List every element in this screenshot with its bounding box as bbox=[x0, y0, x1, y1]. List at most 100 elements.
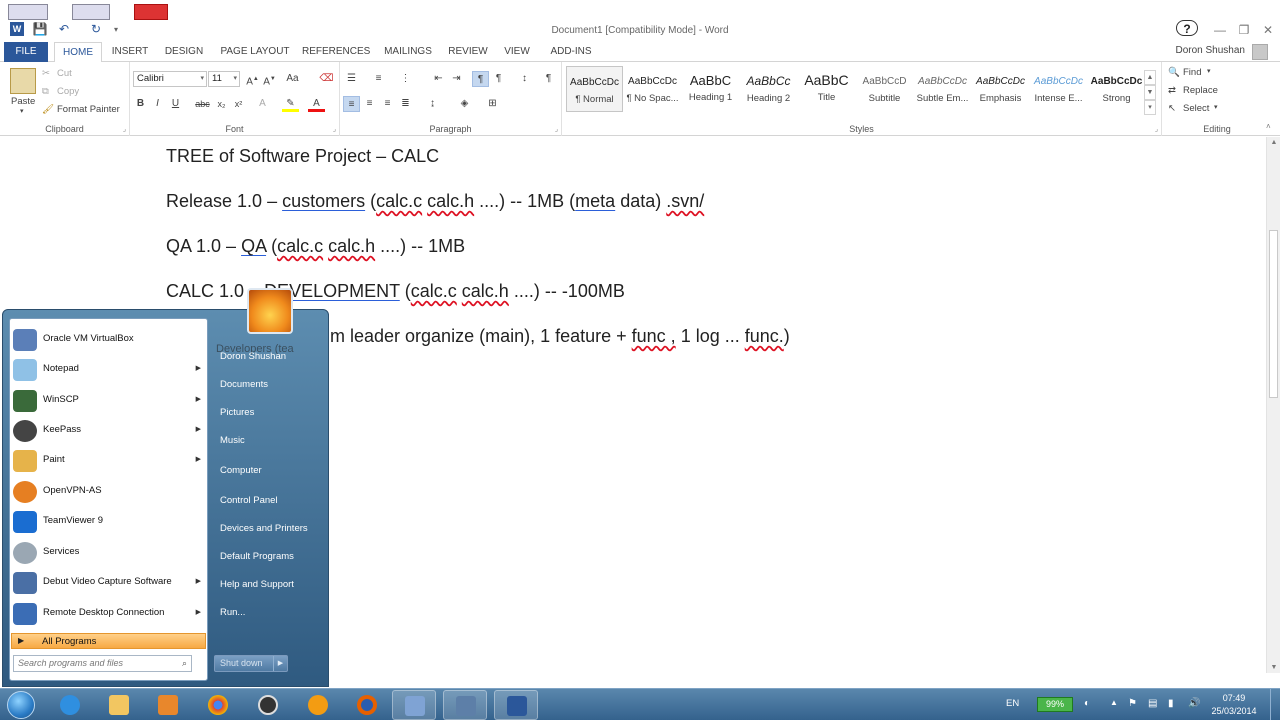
align-center-icon[interactable]: ≡ bbox=[361, 96, 378, 112]
tray-icon[interactable]: ◐ bbox=[1084, 698, 1090, 709]
all-programs-button[interactable]: ▶ All Programs bbox=[11, 633, 206, 649]
dialog-launcher-icon[interactable]: ⌟ bbox=[333, 125, 336, 133]
network-icon[interactable]: ▤ bbox=[1148, 698, 1157, 709]
text-effects-icon[interactable]: A bbox=[254, 96, 271, 112]
doc-line-3[interactable]: QA 1.0 – QA (calc.c calc.h ....) -- 1MB bbox=[166, 236, 465, 257]
start-item-help-support[interactable]: Help and Support bbox=[220, 579, 294, 590]
strikethrough-icon[interactable]: abc bbox=[194, 96, 211, 112]
paste-button[interactable]: Paste bbox=[11, 96, 35, 107]
superscript-icon[interactable]: x² bbox=[230, 96, 247, 112]
start-button[interactable] bbox=[7, 691, 35, 719]
taskbar-app-orange[interactable] bbox=[296, 690, 340, 720]
find-button[interactable]: Find bbox=[1183, 67, 1201, 78]
avatar[interactable] bbox=[1252, 44, 1268, 60]
doc-line-5[interactable]: m leader organize (main), 1 feature + fu… bbox=[330, 326, 790, 347]
italic-icon[interactable]: I bbox=[149, 96, 166, 112]
program-paint[interactable]: Paint ▶ bbox=[10, 446, 207, 476]
taskbar-media-player[interactable] bbox=[146, 690, 190, 720]
style-subtitle[interactable]: AaBbCcD Subtitle bbox=[856, 66, 913, 112]
doc-line-4[interactable]: CALC 1.0 – DEVELOPMENT (calc.c calc.h ..… bbox=[166, 281, 625, 302]
tab-file[interactable]: FILE bbox=[4, 42, 48, 62]
chevron-down-icon[interactable]: ▾ bbox=[1207, 67, 1211, 75]
vertical-scrollbar[interactable]: ▲ ▼ bbox=[1266, 137, 1280, 673]
tab-view[interactable]: VIEW bbox=[500, 42, 534, 62]
style-heading-2[interactable]: AaBbCc Heading 2 bbox=[740, 66, 797, 112]
paste-icon[interactable] bbox=[10, 68, 36, 94]
start-item-devices-printers[interactable]: Devices and Printers bbox=[220, 523, 308, 534]
borders-icon[interactable]: ⊞ bbox=[484, 96, 501, 112]
user-name[interactable]: Doron Shushan bbox=[1176, 45, 1246, 56]
program-notepad[interactable]: Notepad ▶ bbox=[10, 355, 207, 385]
highlight-icon[interactable]: ✎ bbox=[282, 96, 299, 112]
shading-icon[interactable]: ◈ bbox=[456, 96, 473, 112]
scroll-up-icon[interactable]: ▲ bbox=[1267, 139, 1280, 146]
doc-line-2[interactable]: Release 1.0 – customers (calc.c calc.h .… bbox=[166, 191, 704, 212]
minimize-button[interactable]: — bbox=[1208, 22, 1232, 38]
search-input[interactable]: Search programs and files ⌕ bbox=[13, 655, 192, 672]
format-painter-icon[interactable]: 🖌 bbox=[42, 104, 54, 115]
help-icon[interactable]: ? bbox=[1176, 20, 1198, 36]
tab-home[interactable]: HOME bbox=[54, 42, 102, 63]
ltr-icon[interactable]: ¶ bbox=[472, 71, 489, 87]
line-spacing-icon[interactable]: ↨ bbox=[424, 96, 441, 112]
restore-button[interactable]: ❐ bbox=[1232, 22, 1256, 38]
numbering-icon[interactable]: ≡ bbox=[370, 71, 387, 87]
copy-icon[interactable]: ⧉ bbox=[42, 86, 49, 97]
subscript-icon[interactable]: x₂ bbox=[213, 96, 230, 112]
tab-references[interactable]: REFERENCES bbox=[302, 42, 370, 62]
start-item-control-panel[interactable]: Control Panel bbox=[220, 495, 278, 506]
bullets-icon[interactable]: ☰ bbox=[343, 71, 360, 87]
change-case-icon[interactable]: Aa bbox=[284, 71, 301, 87]
style-no-spacing[interactable]: AaBbCcDc ¶ No Spac... bbox=[624, 66, 681, 112]
tab-design[interactable]: DESIGN bbox=[160, 42, 208, 62]
taskbar-chrome[interactable] bbox=[196, 690, 240, 720]
justify-icon[interactable]: ≣ bbox=[397, 96, 414, 112]
dialog-launcher-icon[interactable]: ⌟ bbox=[123, 125, 126, 133]
cut-button[interactable]: Cut bbox=[57, 68, 72, 79]
start-item-documents[interactable]: Documents bbox=[220, 379, 268, 390]
find-icon[interactable]: 🔍 bbox=[1168, 67, 1180, 78]
flag-icon[interactable]: ⚑ bbox=[1128, 698, 1137, 709]
taskbar-firefox[interactable] bbox=[345, 690, 389, 720]
scroll-thumb[interactable] bbox=[1269, 230, 1278, 398]
start-item-pictures[interactable]: Pictures bbox=[220, 407, 254, 418]
program-remote-desktop[interactable]: Remote Desktop Connection ▶ bbox=[10, 599, 207, 629]
user-picture[interactable] bbox=[247, 288, 293, 334]
taskbar-debut[interactable] bbox=[443, 690, 487, 720]
show-hidden-icons[interactable]: ▲ bbox=[1110, 698, 1118, 707]
select-icon[interactable]: ↖ bbox=[1168, 103, 1176, 114]
thumbnail[interactable] bbox=[72, 4, 110, 20]
font-color-icon[interactable]: A bbox=[308, 96, 325, 112]
gallery-more-icon[interactable]: ▾ bbox=[1144, 100, 1156, 115]
chevron-down-icon[interactable]: ▾ bbox=[1214, 103, 1218, 111]
tab-add-ins[interactable]: ADD-INS bbox=[544, 42, 598, 62]
copy-button[interactable]: Copy bbox=[57, 86, 79, 97]
underline-icon[interactable]: U bbox=[167, 96, 184, 112]
shutdown-button[interactable]: Shut down ▶ bbox=[214, 655, 288, 672]
program-keepass[interactable]: KeePass ▶ bbox=[10, 416, 207, 446]
close-button[interactable]: ✕ bbox=[1256, 22, 1280, 38]
tab-page-layout[interactable]: PAGE LAYOUT bbox=[218, 42, 292, 62]
tab-review[interactable]: REVIEW bbox=[446, 42, 490, 62]
style-intense-emphasis[interactable]: AaBbCcDc Intense E... bbox=[1030, 66, 1087, 112]
style-title[interactable]: AaBbC Title bbox=[798, 66, 855, 112]
grow-font-icon[interactable]: A▲ bbox=[244, 71, 261, 87]
thumbnail[interactable] bbox=[8, 4, 48, 20]
multilevel-list-icon[interactable]: ⋮ bbox=[397, 71, 414, 87]
tab-insert[interactable]: INSERT bbox=[108, 42, 152, 62]
decrease-indent-icon[interactable]: ⇤ bbox=[430, 71, 447, 87]
start-item-run[interactable]: Run... bbox=[220, 607, 245, 618]
program-services[interactable]: Services bbox=[10, 538, 207, 568]
style-subtle-emphasis[interactable]: AaBbCcDc Subtle Em... bbox=[914, 66, 971, 112]
rtl-icon[interactable]: ¶ bbox=[490, 71, 507, 87]
clock[interactable]: 07:49 25/03/2014 bbox=[1206, 692, 1262, 718]
bold-icon[interactable]: B bbox=[132, 96, 149, 112]
font-size-combo[interactable]: 11 ▾ bbox=[208, 71, 240, 87]
taskbar-ie[interactable] bbox=[48, 690, 92, 720]
paste-dropdown-icon[interactable]: ▾ bbox=[20, 107, 24, 115]
font-name-combo[interactable]: Calibri ▾ bbox=[133, 71, 207, 87]
scroll-down-icon[interactable]: ▼ bbox=[1267, 664, 1280, 671]
clear-formatting-icon[interactable]: ⌫ bbox=[318, 71, 335, 87]
style-normal[interactable]: AaBbCcDc ¶ Normal bbox=[566, 66, 623, 112]
program-teamviewer[interactable]: TeamViewer 9 bbox=[10, 507, 207, 537]
